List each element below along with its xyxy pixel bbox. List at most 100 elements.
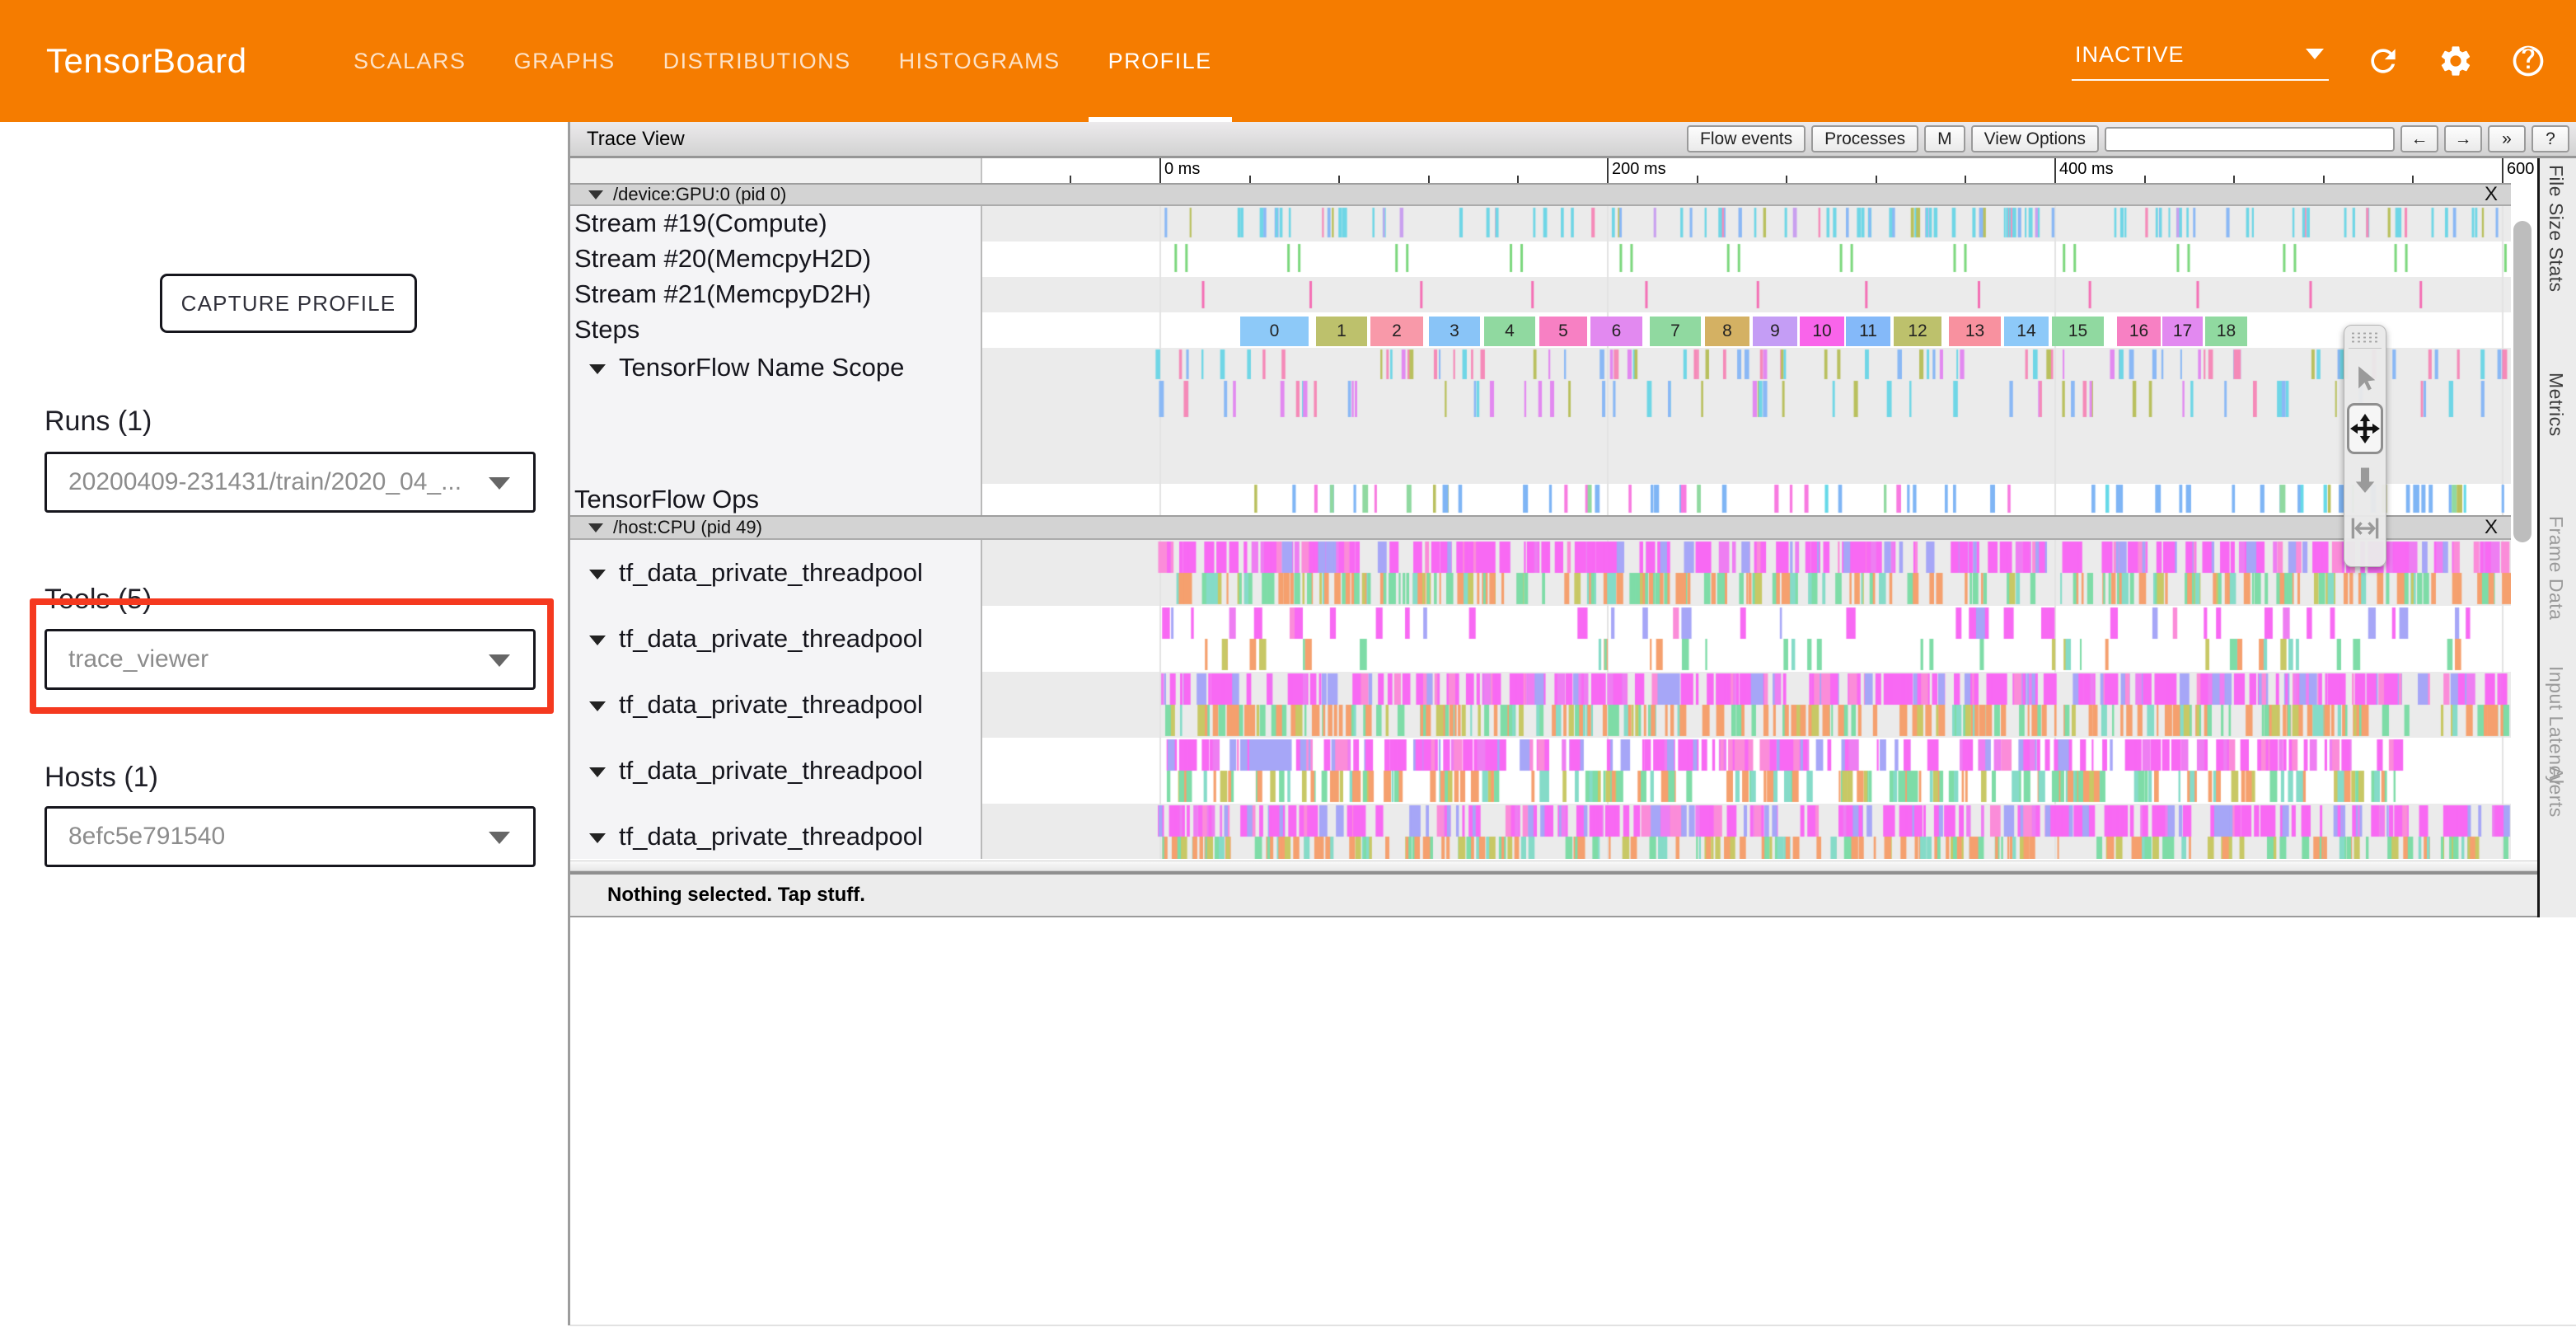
step-block[interactable]: 16 xyxy=(2117,317,2161,346)
ruler-tick xyxy=(2323,176,2325,183)
toolbar-nav-3[interactable]: ? xyxy=(2532,125,2569,152)
horizontal-scrollbar[interactable] xyxy=(570,861,2576,871)
track-label-text: TensorFlow Ops xyxy=(574,485,759,514)
toolbar-nav-2[interactable]: » xyxy=(2488,125,2526,152)
ruler-tick xyxy=(2144,176,2146,183)
step-block[interactable]: 8 xyxy=(1705,317,1749,346)
tensorboard-logo: TensorBoard xyxy=(46,0,247,122)
ruler-major-tick xyxy=(1607,158,1609,183)
ruler-tick xyxy=(2412,176,2414,183)
ruler-tick xyxy=(2233,176,2235,183)
side-tab-metrics[interactable]: Metrics xyxy=(2545,373,2567,437)
trace-search-input[interactable] xyxy=(2105,127,2395,152)
step-block[interactable]: 1 xyxy=(1316,317,1367,346)
step-block[interactable]: 7 xyxy=(1650,317,1701,346)
toolbar-nav-1[interactable]: → xyxy=(2444,125,2482,152)
track-label: Stream #20(MemcpyH2D) xyxy=(574,242,978,276)
track-label-text: TensorFlow Name Scope xyxy=(619,353,904,382)
ruler-label: 0 ms xyxy=(1164,160,1200,179)
tab-distributions[interactable]: DISTRIBUTIONS xyxy=(663,0,851,122)
runs-heading: Runs (1) xyxy=(44,406,152,438)
step-block[interactable]: 14 xyxy=(2004,317,2049,346)
track-label[interactable]: tf_data_private_threadpool xyxy=(574,687,978,722)
step-block[interactable]: 17 xyxy=(2162,317,2203,346)
hosts-select[interactable]: 8efc5e791540 xyxy=(44,806,536,867)
step-block[interactable]: 13 xyxy=(1949,317,2001,346)
palette-drag-handle[interactable] xyxy=(2350,331,2380,343)
toolbar-button-m[interactable]: M xyxy=(1924,125,1965,152)
toolbar-button-flow-events[interactable]: Flow events xyxy=(1687,125,1806,152)
side-tab-frame-data[interactable]: Frame Data xyxy=(2545,516,2567,620)
process-header-title: /device:GPU:0 (pid 0) xyxy=(613,184,786,205)
step-block[interactable]: 18 xyxy=(2205,317,2247,346)
chevron-down-icon xyxy=(588,190,603,199)
chevron-down-icon[interactable] xyxy=(589,767,606,777)
close-button[interactable]: X xyxy=(2485,183,2498,206)
toolbar-button-processes[interactable]: Processes xyxy=(1811,125,1918,152)
side-tab-file-size-stats[interactable]: File Size Stats xyxy=(2545,165,2567,293)
track-label[interactable]: tf_data_private_threadpool xyxy=(574,753,978,788)
tab-scalars[interactable]: SCALARS xyxy=(354,0,466,122)
help-icon[interactable] xyxy=(2510,43,2546,79)
step-block[interactable]: 5 xyxy=(1539,317,1587,346)
chevron-down-icon[interactable] xyxy=(589,636,606,645)
track-label: Stream #19(Compute) xyxy=(574,206,978,241)
chevron-down-icon xyxy=(489,832,510,844)
tools-select-value: trace_viewer xyxy=(68,645,208,673)
chevron-down-icon[interactable] xyxy=(589,364,606,374)
pan-tool[interactable] xyxy=(2347,403,2383,454)
vertical-scrollbar-thumb[interactable] xyxy=(2513,221,2532,542)
timing-tool[interactable] xyxy=(2347,504,2383,553)
runs-select[interactable]: 20200409-231431/train/2020_04_... xyxy=(44,452,536,513)
tools-select[interactable]: trace_viewer xyxy=(44,629,536,690)
chevron-down-icon[interactable] xyxy=(589,570,606,579)
track-label[interactable]: tf_data_private_threadpool xyxy=(574,556,978,590)
track-label[interactable]: tf_data_private_threadpool xyxy=(574,621,978,656)
tab-histograms[interactable]: HISTOGRAMS xyxy=(899,0,1061,122)
step-block[interactable]: 2 xyxy=(1370,317,1423,346)
detail-message: Nothing selected. Tap stuff. xyxy=(607,884,865,907)
step-block[interactable]: 4 xyxy=(1484,317,1535,346)
track-label[interactable]: TensorFlow Name Scope xyxy=(574,350,978,385)
side-tab-alerts[interactable]: Alerts xyxy=(2545,767,2567,818)
trace-view-title-bar: Trace View Flow eventsProcessesMView Opt… xyxy=(570,122,2576,158)
step-block[interactable]: 10 xyxy=(1800,317,1844,346)
step-block[interactable]: 12 xyxy=(1894,317,1941,346)
status-dropdown[interactable]: INACTIVE xyxy=(2072,42,2329,81)
chevron-down-icon[interactable] xyxy=(589,833,606,843)
trace-toolbar: Flow eventsProcessesMView Options ←→»? xyxy=(1687,125,2569,152)
toolbar-nav-0[interactable]: ← xyxy=(2400,125,2438,152)
process-header-gpu[interactable]: /device:GPU:0 (pid 0) X xyxy=(570,183,2511,206)
step-block[interactable]: 11 xyxy=(1846,317,1890,346)
track-label-text: tf_data_private_threadpool xyxy=(619,822,923,851)
track-label-text: tf_data_private_threadpool xyxy=(619,690,923,720)
track-label-text: tf_data_private_threadpool xyxy=(619,756,923,786)
track-label[interactable]: tf_data_private_threadpool xyxy=(574,819,978,854)
sidebar: CAPTURE PROFILE Runs (1) 20200409-231431… xyxy=(0,122,569,1332)
step-block[interactable]: 6 xyxy=(1590,317,1642,346)
track-label: Stream #21(MemcpyD2H) xyxy=(574,277,978,312)
refresh-icon[interactable] xyxy=(2365,43,2401,79)
step-block[interactable]: 15 xyxy=(2052,317,2104,346)
step-block[interactable]: 9 xyxy=(1753,317,1797,346)
ruler-major-tick xyxy=(2502,158,2503,183)
ruler-tick xyxy=(1249,176,1251,183)
ruler-major-tick xyxy=(2054,158,2056,183)
step-block[interactable]: 0 xyxy=(1240,317,1309,346)
step-block[interactable]: 3 xyxy=(1429,317,1480,346)
app-header: TensorBoard SCALARS GRAPHS DISTRIBUTIONS HI… xyxy=(0,0,2576,122)
zoom-vertical-tool[interactable] xyxy=(2347,454,2383,504)
hosts-select-value: 8efc5e791540 xyxy=(68,823,225,851)
tab-profile[interactable]: PROFILE xyxy=(1108,0,1212,122)
track-label-text: Steps xyxy=(574,315,639,345)
capture-profile-button[interactable]: CAPTURE PROFILE xyxy=(160,274,417,333)
gear-icon[interactable] xyxy=(2438,43,2474,79)
close-button[interactable]: X xyxy=(2485,516,2498,539)
process-header-cpu[interactable]: /host:CPU (pid 49)X xyxy=(570,515,2511,540)
tab-graphs[interactable]: GRAPHS xyxy=(514,0,616,122)
ruler-tick xyxy=(1965,176,1966,183)
detail-bar: Nothing selected. Tap stuff. xyxy=(570,871,2576,917)
toolbar-button-view-options[interactable]: View Options xyxy=(1971,125,2099,152)
chevron-down-icon[interactable] xyxy=(589,701,606,711)
selection-tool[interactable] xyxy=(2347,354,2383,403)
